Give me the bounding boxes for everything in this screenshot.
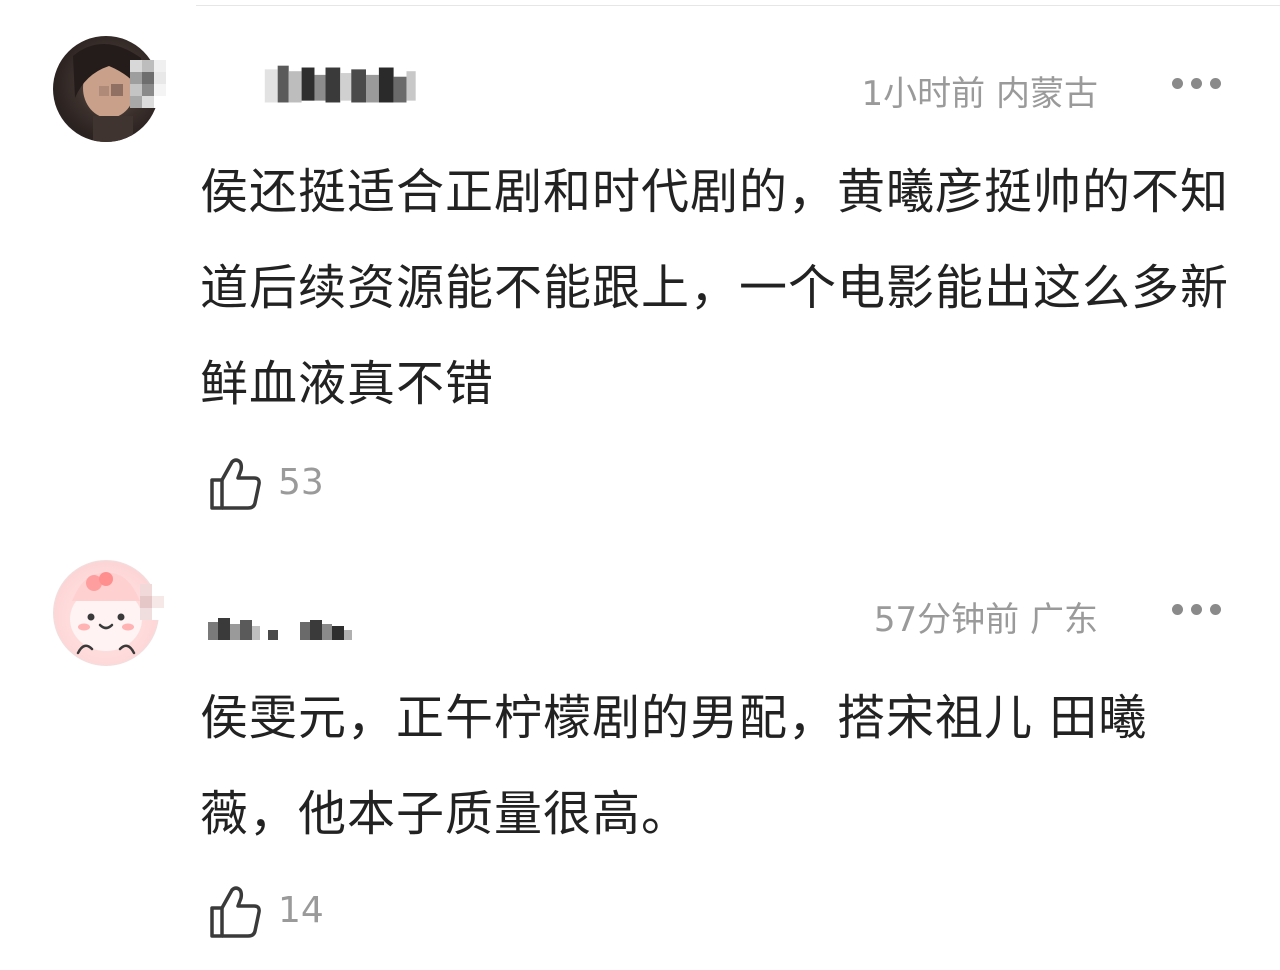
username-blurred[interactable] — [208, 606, 358, 652]
like-count: 53 — [278, 462, 324, 503]
like-button[interactable]: 53 — [208, 456, 348, 512]
comment-meta: 57分钟前 广东 — [874, 592, 1098, 641]
thumbs-up-icon — [210, 886, 261, 938]
username-blurred[interactable] — [258, 62, 428, 108]
comment-meta: 1小时前 内蒙古 — [862, 66, 1098, 115]
more-dots-icon[interactable] — [1170, 598, 1226, 618]
thumbs-up-icon — [210, 458, 261, 510]
comment-item: 1小时前 内蒙古 侯还挺适合正剧和时代剧的，黄曦彦挺帅的不知道后续资源能不能跟上… — [0, 0, 1280, 520]
comment-location: 广东 — [1030, 600, 1098, 640]
more-dots-icon[interactable] — [1170, 72, 1226, 92]
like-button[interactable]: 14 — [208, 884, 348, 940]
comment-location: 内蒙古 — [996, 74, 1098, 114]
avatar-blur — [130, 60, 166, 108]
comment-text: 侯还挺适合正剧和时代剧的，黄曦彦挺帅的不知道后续资源能不能跟上，一个电影能出这么… — [200, 164, 1230, 412]
comment-time: 1小时前 — [861, 74, 986, 114]
like-count: 14 — [278, 890, 324, 931]
comment-text: 侯雯元，正午柠檬剧的男配，搭宋祖儿 田曦薇，他本子质量很高。 — [200, 690, 1148, 842]
avatar-blur — [140, 584, 164, 620]
comment-time: 57分钟前 — [873, 600, 1020, 640]
comment-item: 57分钟前 广东 侯雯元，正午柠檬剧的男配，搭宋祖儿 田曦薇，他本子质量很高。 … — [0, 540, 1280, 970]
